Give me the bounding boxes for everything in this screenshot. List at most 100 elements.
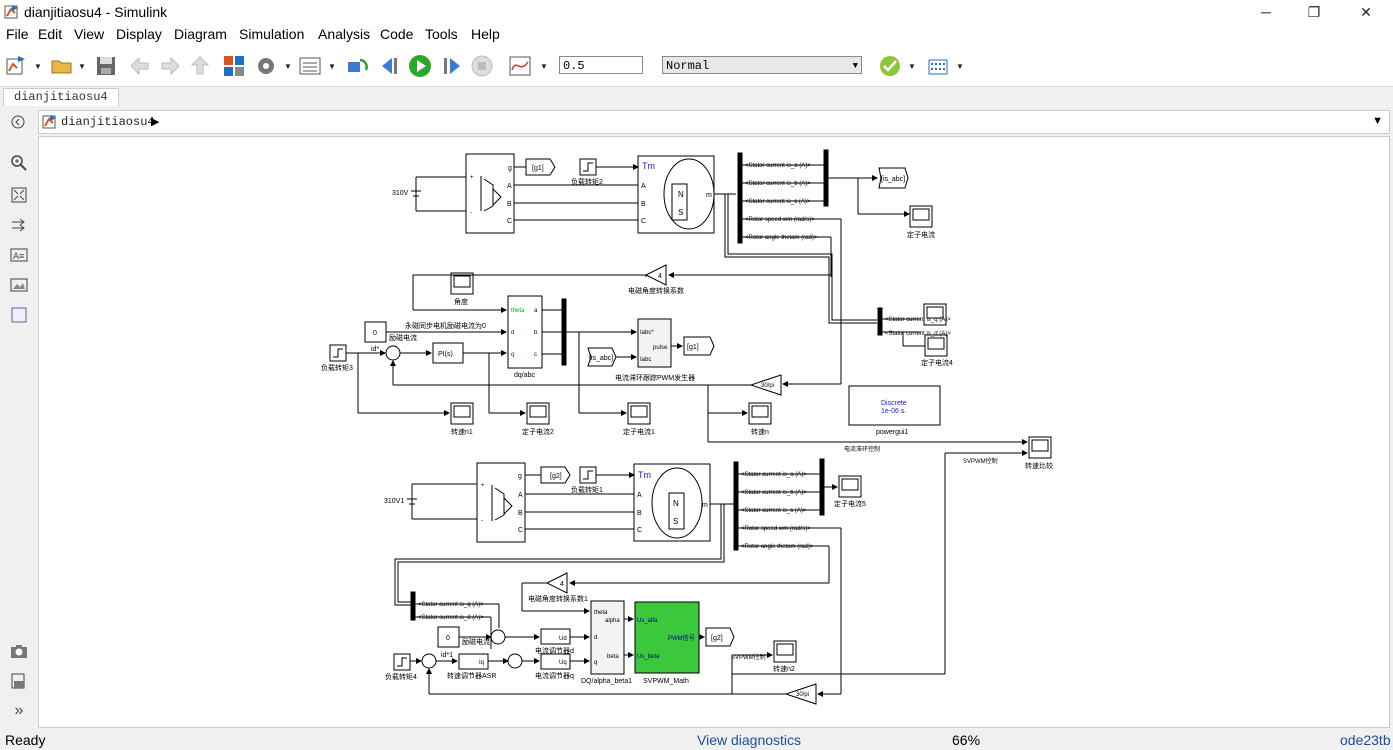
label-dc-bottom: 310V1 [384, 498, 404, 505]
label-dq-c: c [534, 352, 537, 358]
save-icon[interactable] [94, 54, 118, 78]
stop-time-input[interactable]: 0.5 [559, 56, 643, 74]
bus-selector-top [737, 152, 743, 244]
label-speed-n2: 转速n2 [773, 664, 795, 673]
label-dqab-beta: beta [607, 654, 619, 660]
menu-display[interactable]: Display [116, 26, 162, 42]
expand-palette-icon[interactable]: » [10, 702, 28, 720]
model-config-icon[interactable] [254, 54, 278, 78]
forward-icon[interactable] [158, 54, 182, 78]
breadcrumb-model[interactable]: dianjitiaosu4 [61, 115, 155, 129]
model-config-dropdown-icon[interactable]: ▼ [284, 62, 292, 71]
minimize-button[interactable]: ─ [1243, 0, 1289, 24]
solver-link[interactable]: ode23tb [1340, 732, 1391, 748]
build-icon[interactable] [926, 54, 950, 78]
run-icon[interactable] [408, 54, 432, 78]
label-speed-cmp: 转速比较 [1025, 461, 1053, 470]
hide-explorer-icon[interactable] [10, 114, 26, 130]
library-browser-icon[interactable] [222, 54, 246, 78]
view-diagnostics-link[interactable]: View diagnostics [697, 732, 801, 748]
label-scope-stator2: 定子电流2 [522, 427, 554, 436]
label-inv2-minus: - [481, 518, 483, 524]
label-dqab: DQ/alpha_beta1 [581, 678, 632, 685]
label-dqab-d: d [594, 635, 597, 641]
scope-icon[interactable] [508, 54, 532, 78]
label-const0b: 0 [446, 635, 450, 642]
new-model-dropdown-icon[interactable]: ▼ [34, 62, 42, 71]
label-motor-S: S [678, 208, 683, 217]
label-flux2: 励磁电流 [462, 637, 490, 646]
model-canvas[interactable]: 310V 310V1 [g1] [g2] [g1] [g2] [is_abc] … [38, 136, 1390, 728]
label-sig-isa2: <Stator current is_a (A)> [741, 472, 807, 478]
label-scope-stator5: 定子电流5 [834, 499, 866, 508]
label-port-A: A [507, 183, 512, 190]
simulink-app-icon [4, 5, 18, 19]
close-button[interactable]: ✕ [1343, 0, 1389, 24]
status-bar: Ready View diagnostics 66% ode23tb [0, 728, 1393, 750]
new-model-icon[interactable] [4, 54, 28, 78]
label-svpwm-in2: Us_beta [637, 654, 660, 660]
menu-bar: File Edit View Display Diagram Simulatio… [0, 24, 1393, 46]
image-icon[interactable] [10, 276, 28, 294]
update-diagram-icon[interactable] [346, 54, 370, 78]
label-port-g2: g [518, 473, 522, 480]
scope-dropdown-icon[interactable]: ▼ [540, 62, 548, 71]
window-title: dianjitiaosu4 - Simulink [24, 4, 168, 20]
model-icon [42, 114, 58, 130]
breadcrumb-arrow-icon[interactable]: ▶ [151, 115, 159, 128]
zoom-level: 66% [952, 732, 981, 748]
step-back-icon[interactable] [378, 54, 402, 78]
fit-view-icon[interactable] [10, 186, 28, 204]
label-sig-isb2: <Stator current is_b (A)> [741, 490, 807, 496]
maximize-button[interactable]: ❐ [1291, 0, 1337, 24]
menu-view[interactable]: View [74, 26, 104, 42]
stop-icon[interactable] [470, 54, 494, 78]
sum-q [507, 653, 523, 669]
label-svpwm-ctrl2: SVPWM控制 [731, 653, 766, 661]
simulation-mode-value: Normal [666, 59, 710, 73]
label-svpwm-out: PWM信号 [668, 634, 695, 642]
model-browser-icon[interactable] [10, 672, 28, 690]
menu-simulation[interactable]: Simulation [239, 26, 304, 42]
toolbar: ▼ ▼ ▼ ▼ ▼ 0.5 Normal ▼ ▼ ▼ [0, 46, 1393, 87]
dc-source-top [411, 176, 466, 212]
back-icon[interactable] [128, 54, 152, 78]
label-id-star1: id*1 [441, 652, 453, 659]
label-sig-isq: <Stator current is_q (A)> [885, 317, 951, 323]
label-goto-g1: [g1] [532, 165, 544, 172]
label-step-load3: 负载转矩3 [321, 363, 353, 372]
breadcrumb: dianjitiaosu4 ▶ ▼ [38, 110, 1390, 134]
check-dropdown-icon[interactable]: ▼ [908, 62, 916, 71]
label-gain-conv: 电磁角度转换系数 [628, 286, 684, 295]
tab-model[interactable]: dianjitiaosu4 [3, 88, 119, 106]
menu-analysis[interactable]: Analysis [318, 26, 370, 42]
menu-edit[interactable]: Edit [38, 26, 62, 42]
zoom-icon[interactable] [10, 154, 28, 172]
check-icon[interactable] [878, 54, 902, 78]
annotation-icon[interactable]: A≡ [10, 246, 28, 264]
open-dropdown-icon[interactable]: ▼ [78, 62, 86, 71]
model-explorer-icon[interactable] [298, 54, 322, 78]
sum-speed [421, 653, 437, 669]
menu-tools[interactable]: Tools [425, 26, 458, 42]
breadcrumb-dropdown-icon[interactable]: ▼ [1372, 115, 1383, 127]
label-motor-B: B [641, 201, 646, 208]
simulation-mode-select[interactable]: Normal ▼ [662, 56, 862, 74]
arrow-icon[interactable] [10, 216, 28, 234]
menu-diagram[interactable]: Diagram [174, 26, 227, 42]
build-dropdown-icon[interactable]: ▼ [956, 62, 964, 71]
area-icon[interactable] [10, 306, 28, 324]
menu-code[interactable]: Code [380, 26, 413, 42]
menu-help[interactable]: Help [471, 26, 500, 42]
camera-icon[interactable] [10, 642, 28, 660]
left-palette: A≡ » [0, 136, 38, 728]
open-icon[interactable] [50, 54, 74, 78]
menu-file[interactable]: File [6, 26, 29, 42]
model-explorer-dropdown-icon[interactable]: ▼ [328, 62, 336, 71]
step-forward-icon[interactable] [440, 54, 464, 78]
bus-selector-dq [877, 307, 883, 336]
title-bar: dianjitiaosu4 - Simulink ─ ❐ ✕ [0, 0, 1393, 24]
label-tm2: Tm [638, 470, 651, 480]
label-speed-n1: 转速n1 [451, 427, 473, 436]
up-icon[interactable] [188, 54, 212, 78]
